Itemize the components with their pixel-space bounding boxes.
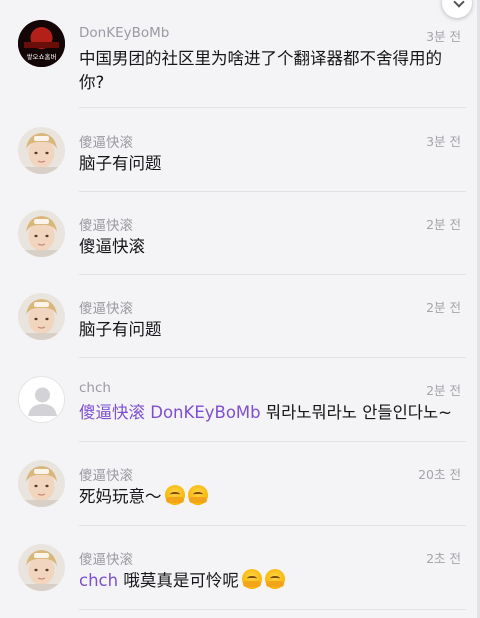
timestamp: 2분 전 — [426, 300, 461, 315]
divider — [79, 441, 466, 442]
username[interactable]: 傻逼快滚 — [79, 464, 133, 484]
divider — [79, 191, 466, 192]
divider — [79, 357, 466, 358]
comment-text: 脑子有问题 — [79, 320, 162, 339]
comment-body: 뭐라노뭐라노 안들인다노~ — [265, 403, 452, 422]
person-photo-icon — [18, 544, 65, 591]
divider — [79, 525, 466, 526]
hugging-face-emoji-icon — [241, 569, 262, 589]
timestamp: 3분 전 — [426, 29, 461, 44]
mention-link[interactable]: DonKEyBoMb — [150, 403, 260, 422]
comment-text: 傻逼快滚 — [79, 237, 145, 256]
username[interactable]: DonKEyBoMb — [79, 25, 169, 41]
username[interactable]: 傻逼快滚 — [79, 131, 133, 151]
timestamp: 3분 전 — [426, 134, 461, 149]
username[interactable]: 傻逼快滚 — [79, 214, 133, 234]
comment-text: 中国男团的社区里为啥进了个翻译器都不舍得用的你? — [79, 49, 442, 92]
avatar[interactable] — [18, 210, 65, 257]
mention-link[interactable]: 傻逼快滚 — [79, 403, 145, 422]
default-user-icon — [19, 377, 64, 422]
divider — [79, 107, 466, 108]
username[interactable]: 傻逼快滚 — [79, 297, 133, 317]
divider — [79, 609, 466, 610]
timestamp: 2분 전 — [426, 383, 461, 398]
timestamp: 2초 전 — [426, 551, 461, 566]
comment-body: 哦莫真是可怜呢 — [123, 571, 239, 590]
hugging-face-emoji-icon — [187, 485, 208, 505]
username[interactable]: chch — [79, 380, 111, 396]
person-photo-icon — [18, 210, 65, 257]
comment-text: 傻逼快滚 DonKEyBoMb 뭐라노뭐라노 안들인다노~ — [79, 401, 464, 425]
hugging-face-emoji-icon — [264, 569, 285, 589]
avatar[interactable] — [18, 293, 65, 340]
avatar[interactable] — [18, 127, 65, 174]
avatar[interactable] — [18, 460, 65, 507]
mention-link[interactable]: chch — [79, 571, 118, 590]
logo-caption: 쌓오쇼홈버 — [27, 52, 57, 61]
comment-text: chch 哦莫真是可怜呢 — [79, 569, 464, 593]
timestamp: 20초 전 — [418, 467, 461, 482]
avatar[interactable] — [18, 376, 65, 423]
comment-text: 脑子有问题 — [79, 154, 162, 173]
comment-body: 死妈玩意～ — [79, 487, 162, 506]
person-photo-icon — [18, 460, 65, 507]
red-logo-icon: 쌓오쇼홈버 — [18, 20, 65, 67]
avatar[interactable]: 쌓오쇼홈버 — [18, 20, 65, 67]
person-photo-icon — [18, 127, 65, 174]
hugging-face-emoji-icon — [164, 485, 185, 505]
comment-feed[interactable]: 쌓오쇼홈버 DonKEyBoMb 3분 전 中国男团的社区里为啥进了个翻译器都不… — [0, 0, 480, 618]
comment-text: 死妈玩意～ — [79, 485, 464, 509]
timestamp: 2분 전 — [426, 217, 461, 232]
scroll-down-icon[interactable] — [442, 0, 472, 18]
divider — [79, 274, 466, 275]
person-photo-icon — [18, 293, 65, 340]
username[interactable]: 傻逼快滚 — [79, 548, 133, 568]
avatar[interactable] — [18, 544, 65, 591]
